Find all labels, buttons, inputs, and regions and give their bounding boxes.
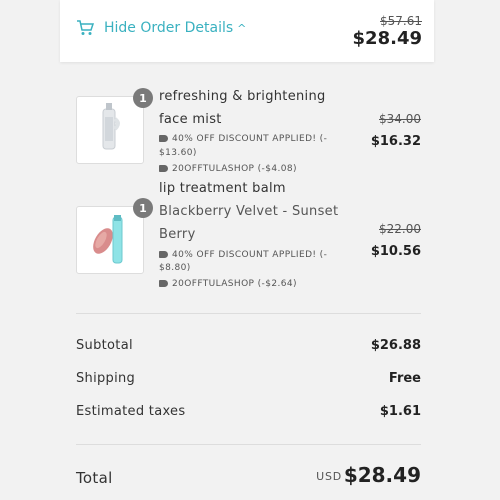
variant-line2: Berry [159, 227, 196, 242]
discount-line-cont: $13.60) [159, 148, 197, 158]
total-value: $28.49 [343, 463, 421, 487]
original-price: $22.00 [379, 222, 421, 236]
shipping-label: Shipping [76, 371, 136, 386]
subtotal-value: $26.88 [370, 338, 421, 353]
divider [76, 444, 421, 445]
shipping-value: Free [388, 371, 421, 386]
taxes-value: $1.61 [379, 404, 421, 419]
chevron-up-icon: ^ [237, 21, 247, 35]
discounted-price: $10.56 [370, 244, 421, 259]
original-total: $57.61 [380, 14, 422, 28]
toggle-label: Hide Order Details [104, 20, 234, 36]
discount-line: 40% OFF DISCOUNT APPLIED! (- [159, 133, 327, 146]
discount-line: 40% OFF DISCOUNT APPLIED! (- [159, 249, 327, 262]
product-title: refreshing & brightening [159, 89, 326, 104]
product-title-line2: face mist [159, 112, 222, 127]
line-item: 1 refreshing & brightening face mist 40%… [76, 86, 421, 182]
variant-line: Blackberry Velvet - Sunset [159, 204, 339, 219]
subtotal-label: Subtotal [76, 338, 133, 353]
order-summary-header: Hide Order Details ^ $57.61 $28.49 [60, 0, 434, 62]
tag-icon [159, 135, 168, 142]
line-item: 1 lip treatment balm Blackberry Velvet -… [76, 178, 421, 294]
discount-line-cont: $8.80) [159, 263, 191, 273]
quantity-badge: 1 [133, 198, 153, 218]
discount-code-line: 20OFFTULASHOP (-$4.08) [159, 163, 297, 176]
divider [76, 313, 421, 314]
quantity-badge: 1 [133, 88, 153, 108]
product-image-face-mist [76, 96, 144, 164]
original-price: $34.00 [379, 112, 421, 126]
taxes-label: Estimated taxes [76, 404, 186, 419]
currency-code: USD [316, 470, 342, 483]
tag-icon [159, 251, 168, 258]
header-total: $28.49 [352, 28, 422, 49]
product-image-lip-balm [76, 206, 144, 274]
discounted-price: $16.32 [370, 134, 421, 149]
tag-icon [159, 165, 168, 172]
product-title: lip treatment balm [159, 181, 286, 196]
tag-icon [159, 280, 168, 287]
hide-order-details-toggle[interactable]: Hide Order Details ^ [76, 20, 246, 36]
total-label: Total [76, 469, 113, 487]
discount-code-line: 20OFFTULASHOP (-$2.64) [159, 278, 297, 291]
cart-icon [77, 20, 94, 35]
